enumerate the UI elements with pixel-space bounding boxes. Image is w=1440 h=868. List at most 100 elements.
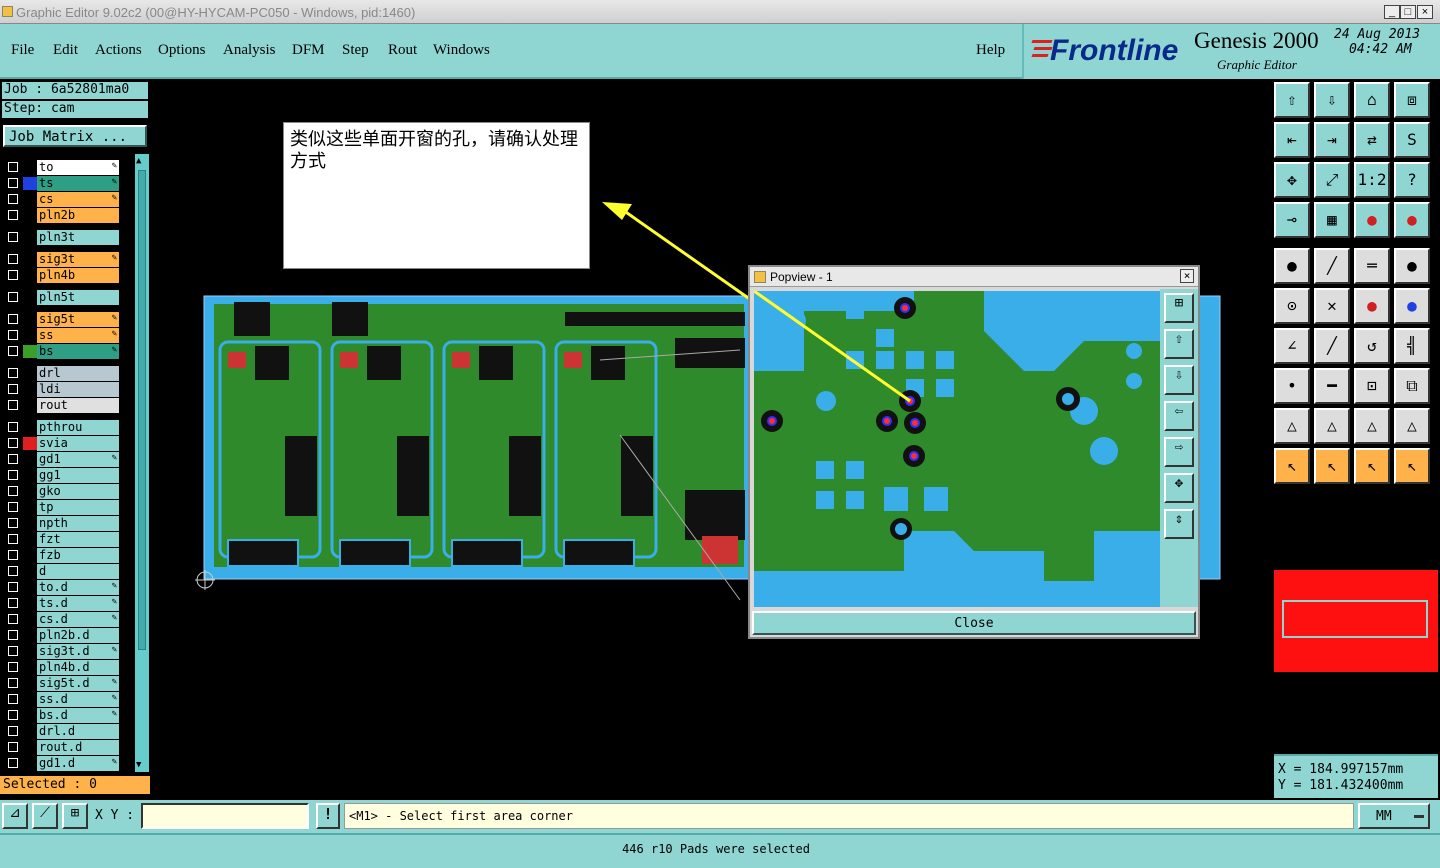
pan-right-button[interactable]: ⇥ bbox=[1314, 122, 1350, 158]
surface-tool-button[interactable]: ⊡ bbox=[1354, 368, 1390, 404]
layer-row-pln5t[interactable]: pln5t bbox=[3, 290, 119, 305]
xy-input[interactable] bbox=[141, 803, 309, 829]
feature-select-button[interactable]: • bbox=[1274, 368, 1310, 404]
layer-row-sig5t[interactable]: sig5t ✎ bbox=[3, 312, 119, 327]
layer-checkbox[interactable] bbox=[8, 422, 18, 432]
layer-red-1-button[interactable]: ● bbox=[1354, 202, 1390, 238]
overview-map[interactable] bbox=[1274, 488, 1438, 748]
units-select[interactable]: MM bbox=[1358, 803, 1430, 829]
layer-row-ts-d[interactable]: ts.d ✎ bbox=[3, 596, 119, 611]
triangle-2-button[interactable]: △ bbox=[1314, 408, 1350, 444]
popview-tool-4[interactable]: ⇦ bbox=[1164, 401, 1194, 431]
triangle-1-button[interactable]: △ bbox=[1274, 408, 1310, 444]
layer-row-pln3t[interactable]: pln3t bbox=[3, 230, 119, 245]
zoom-save-button[interactable]: ⇩ bbox=[1314, 82, 1350, 118]
menu-edit[interactable]: Edit bbox=[53, 42, 78, 59]
pad-add-button[interactable]: ● bbox=[1274, 248, 1310, 284]
mirror-button[interactable]: ⇄ bbox=[1354, 122, 1390, 158]
layer-row-drl[interactable]: drl bbox=[3, 366, 119, 381]
layer-row-pln2b-d[interactable]: pln2b.d bbox=[3, 628, 119, 643]
triangle-3-button[interactable]: △ bbox=[1354, 408, 1390, 444]
group-tool-button[interactable]: ⧉ bbox=[1394, 368, 1430, 404]
layer-checkbox[interactable] bbox=[8, 314, 18, 324]
layer-row-sig3t-d[interactable]: sig3t.d ✎ bbox=[3, 644, 119, 659]
layer-checkbox[interactable] bbox=[8, 486, 18, 496]
triangle-4-button[interactable]: △ bbox=[1394, 408, 1430, 444]
pad-red-button[interactable]: ● bbox=[1354, 288, 1390, 324]
layer-checkbox[interactable] bbox=[8, 566, 18, 576]
layer-row-to-d[interactable]: to.d ✎ bbox=[3, 580, 119, 595]
layer-checkbox[interactable] bbox=[8, 726, 18, 736]
layer-checkbox[interactable] bbox=[8, 210, 18, 220]
popview-close-icon[interactable]: × bbox=[1180, 269, 1194, 283]
menu-dfm[interactable]: DFM bbox=[292, 42, 325, 59]
menu-file[interactable]: File bbox=[11, 42, 34, 59]
layer-row-ss[interactable]: ss ✎ bbox=[3, 328, 119, 343]
bar-tool-button[interactable]: ━ bbox=[1314, 368, 1350, 404]
popview-tool-7[interactable]: ⇕ bbox=[1164, 509, 1194, 539]
layer-row-fzb[interactable]: fzb bbox=[3, 548, 119, 563]
menu-rout[interactable]: Rout bbox=[388, 42, 417, 59]
help-query-button[interactable]: ? bbox=[1394, 162, 1430, 198]
menu-actions[interactable]: Actions bbox=[95, 42, 142, 59]
layer-scrollbar[interactable]: ▲ ▼ bbox=[135, 154, 149, 772]
layer-checkbox[interactable] bbox=[8, 694, 18, 704]
arc-tool-button[interactable]: ↺ bbox=[1354, 328, 1390, 364]
layer-row-bs-d[interactable]: bs.d ✎ bbox=[3, 708, 119, 723]
layer-row-pln2b[interactable]: pln2b bbox=[3, 208, 119, 223]
connect-pads-button[interactable]: ⊙ bbox=[1274, 288, 1310, 324]
popview-tool-3[interactable]: ⇩ bbox=[1164, 365, 1194, 395]
zoom-home-button[interactable]: ⇧ bbox=[1274, 82, 1310, 118]
layer-checkbox[interactable] bbox=[8, 162, 18, 172]
close-window-button[interactable]: × bbox=[1417, 5, 1433, 19]
split-tool-button[interactable]: ╣ bbox=[1394, 328, 1430, 364]
scale-1-2-button[interactable]: 1:2 bbox=[1354, 162, 1390, 198]
layer-checkbox[interactable] bbox=[8, 598, 18, 608]
popview-tool-6[interactable]: ✥ bbox=[1164, 473, 1194, 503]
layer-checkbox[interactable] bbox=[8, 742, 18, 752]
popview-close-button[interactable]: Close bbox=[752, 611, 1196, 635]
layer-row-npth[interactable]: npth bbox=[3, 516, 119, 531]
layer-checkbox[interactable] bbox=[8, 710, 18, 720]
layer-checkbox[interactable] bbox=[8, 678, 18, 688]
zoom-fit-button[interactable]: ⤢ bbox=[1314, 162, 1350, 198]
layer-row-ldi[interactable]: ldi bbox=[3, 382, 119, 397]
layer-row-pthrou[interactable]: pthrou bbox=[3, 420, 119, 435]
popview-tool-2[interactable]: ⇧ bbox=[1164, 329, 1194, 359]
layer-checkbox[interactable] bbox=[8, 758, 18, 768]
layer-row-cs-d[interactable]: cs.d ✎ bbox=[3, 612, 119, 627]
swap-button[interactable]: S bbox=[1394, 122, 1430, 158]
menu-windows[interactable]: Windows bbox=[433, 42, 490, 59]
layer-row-gko[interactable]: gko bbox=[3, 484, 119, 499]
pointer-1-button[interactable]: ↖ bbox=[1274, 448, 1310, 484]
maximize-button[interactable]: □ bbox=[1400, 5, 1416, 19]
layer-checkbox[interactable] bbox=[8, 534, 18, 544]
menu-analysis[interactable]: Analysis bbox=[223, 42, 276, 59]
menu-options[interactable]: Options bbox=[158, 42, 206, 59]
layer-checkbox[interactable] bbox=[8, 292, 18, 302]
layer-checkbox[interactable] bbox=[8, 630, 18, 640]
pointer-2-button[interactable]: ↖ bbox=[1314, 448, 1350, 484]
layer-checkbox[interactable] bbox=[8, 400, 18, 410]
layer-row-tp[interactable]: tp bbox=[3, 500, 119, 515]
layer-checkbox[interactable] bbox=[8, 550, 18, 560]
diagonal-button[interactable]: ╱ bbox=[1314, 328, 1350, 364]
select-tool-2[interactable]: ⟋ bbox=[32, 803, 58, 829]
layer-row-bs[interactable]: bs ✎ bbox=[3, 344, 119, 359]
layer-red-2-button[interactable]: ● bbox=[1394, 202, 1430, 238]
layer-row-d[interactable]: d bbox=[3, 564, 119, 579]
layer-checkbox[interactable] bbox=[8, 254, 18, 264]
layer-row-fzt[interactable]: fzt bbox=[3, 532, 119, 547]
layer-row-gg1[interactable]: gg1 bbox=[3, 468, 119, 483]
line-add-button[interactable]: ╱ bbox=[1314, 248, 1350, 284]
circle-add-button[interactable]: ● bbox=[1394, 248, 1430, 284]
zoom-window-button[interactable]: ⧈ bbox=[1394, 82, 1430, 118]
layer-checkbox[interactable] bbox=[8, 384, 18, 394]
layer-row-svia[interactable]: svia bbox=[3, 436, 119, 451]
layer-checkbox[interactable] bbox=[8, 270, 18, 280]
layer-row-gd1[interactable]: gd1 ✎ bbox=[3, 452, 119, 467]
pointer-4-button[interactable]: ↖ bbox=[1394, 448, 1430, 484]
select-tool-1[interactable]: ⊿ bbox=[2, 803, 28, 829]
layer-row-sig5t-d[interactable]: sig5t.d ✎ bbox=[3, 676, 119, 691]
layer-checkbox[interactable] bbox=[8, 178, 18, 188]
